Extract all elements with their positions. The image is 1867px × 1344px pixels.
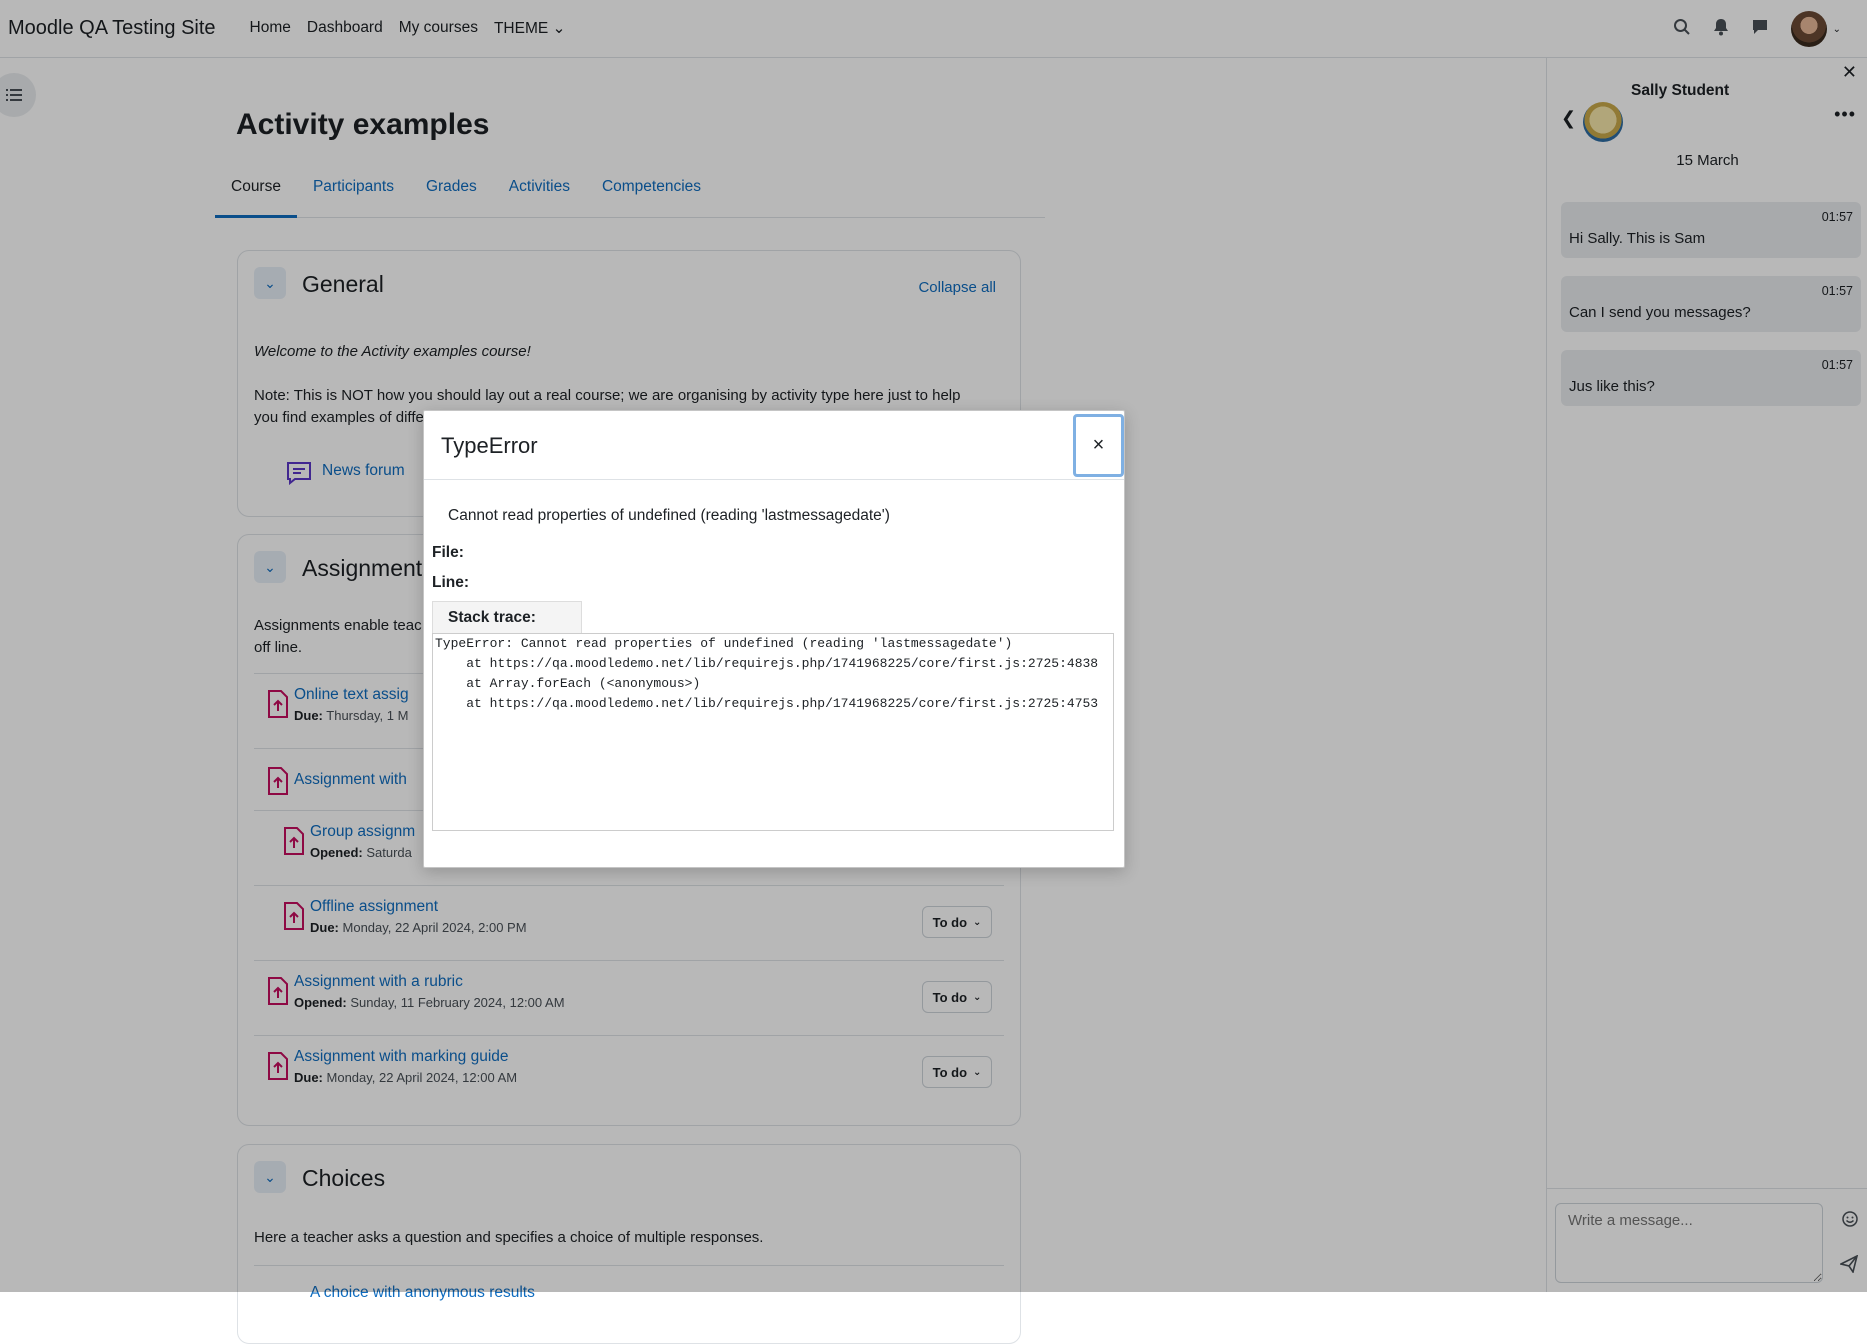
line-label: Line: [432, 574, 470, 591]
stack-trace-tab[interactable]: Stack trace: [432, 601, 582, 633]
file-label: File: [432, 544, 464, 561]
error-message: Cannot read properties of undefined (rea… [448, 507, 890, 524]
stack-trace-text[interactable]: TypeError: Cannot read properties of und… [432, 633, 1114, 831]
close-button[interactable]: × [1073, 414, 1124, 477]
error-dialog: TypeError × Cannot read properties of un… [423, 410, 1125, 868]
dialog-header: TypeError × [424, 411, 1124, 480]
dialog-title: TypeError [441, 433, 538, 458]
close-icon: × [1092, 434, 1105, 456]
